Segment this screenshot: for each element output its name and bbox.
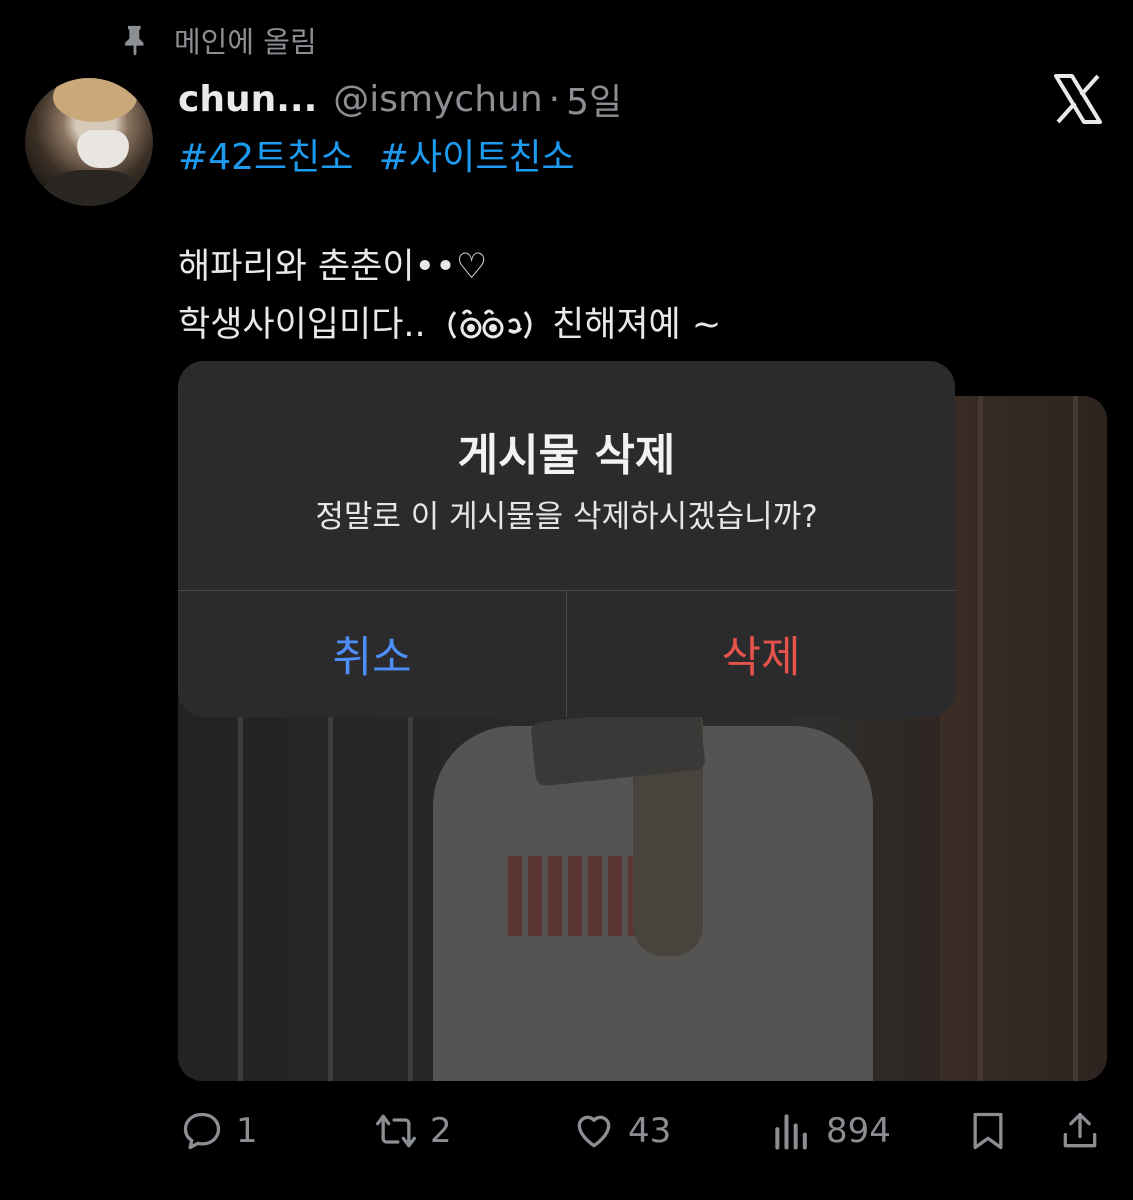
- analytics-icon: [775, 1114, 807, 1150]
- like-count: 43: [628, 1111, 672, 1151]
- view-count: 894: [826, 1111, 891, 1151]
- tweet-action-bar: 1 2 43 894: [0, 1106, 1133, 1156]
- tweet-line: 학생사이입미다.. 친해져예 ~: [178, 296, 721, 354]
- hashtag-link[interactable]: #42트친소: [178, 137, 353, 178]
- heart-icon: [577, 1115, 611, 1148]
- display-name[interactable]: chun...: [178, 79, 317, 120]
- pinned-label: 메인에 올림: [174, 25, 317, 59]
- tweet-line-part: 친해져예 ~: [551, 305, 722, 345]
- views-button[interactable]: 894: [770, 1106, 891, 1156]
- like-button[interactable]: 43: [572, 1106, 671, 1156]
- retweet-count: 2: [430, 1111, 452, 1151]
- x-logo-icon: [1054, 74, 1102, 124]
- hashtag-link[interactable]: #사이트친소: [379, 137, 575, 178]
- separator: ·: [548, 78, 561, 120]
- retweet-icon: [376, 1114, 416, 1148]
- tweet-header: chun... @ismychun · 5일: [178, 74, 622, 124]
- tweet-body: 해파리와 춘춘이••♡ 학생사이입미다.. 친해져예 ~: [178, 238, 721, 354]
- reply-icon: [183, 1112, 221, 1150]
- retweet-button[interactable]: 2: [374, 1106, 452, 1156]
- tweet-line: 해파리와 춘춘이••♡: [178, 247, 488, 287]
- bookmark-button[interactable]: [966, 1106, 1022, 1156]
- avatar[interactable]: [25, 78, 153, 206]
- bookmark-icon: [973, 1112, 1003, 1150]
- timestamp[interactable]: 5일: [566, 73, 622, 125]
- hashtags: #42트친소 #사이트친소: [178, 128, 589, 180]
- pin-icon: [125, 25, 144, 56]
- cancel-button[interactable]: 취소: [178, 591, 566, 717]
- emoticon-icon: [448, 309, 532, 339]
- dialog-message: 정말로 이 게시물을 삭제하시겠습니까?: [315, 499, 818, 535]
- pinned-indicator: 메인에 올림: [118, 18, 317, 62]
- tweet-line-part: 학생사이입미다..: [178, 305, 426, 345]
- share-button[interactable]: [1058, 1106, 1114, 1156]
- delete-button[interactable]: 삭제: [567, 591, 955, 717]
- delete-post-dialog: 게시물 삭제 정말로 이 게시물을 삭제하시겠습니까? 취소 삭제: [178, 361, 955, 717]
- dialog-title: 게시물 삭제: [457, 430, 676, 481]
- share-icon: [1063, 1112, 1097, 1148]
- user-handle[interactable]: @ismychun: [333, 79, 542, 120]
- reply-count: 1: [236, 1111, 258, 1151]
- reply-button[interactable]: 1: [180, 1106, 258, 1156]
